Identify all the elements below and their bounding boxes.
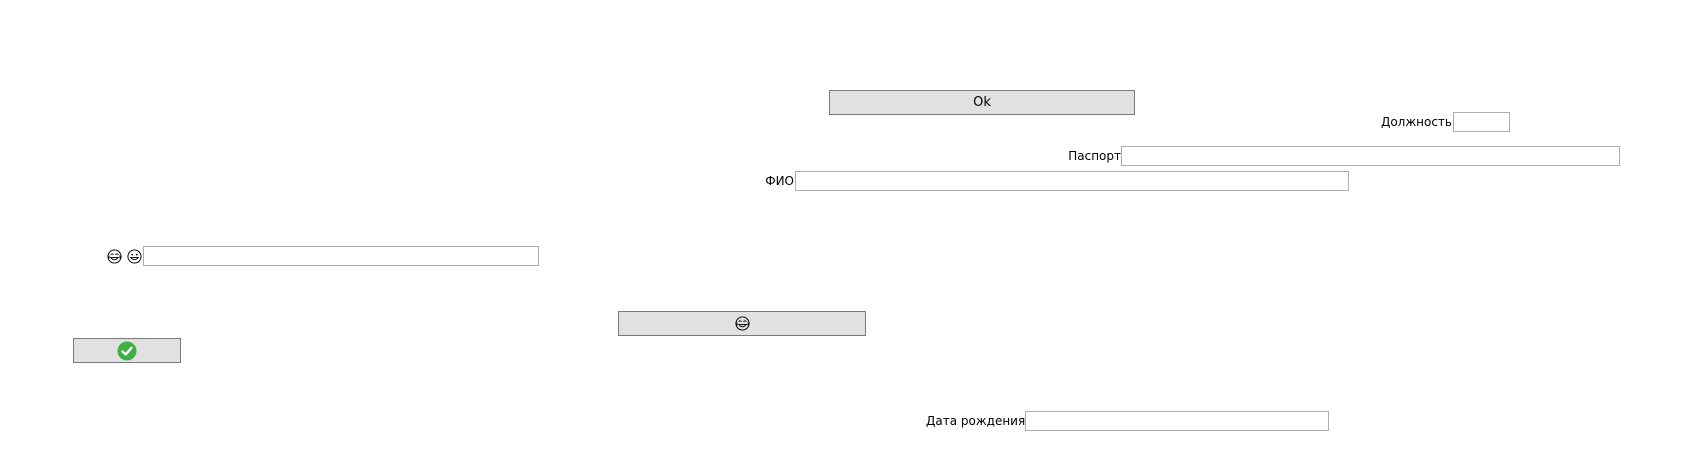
position-field[interactable]: [1453, 112, 1510, 132]
passport-field[interactable]: [1121, 146, 1620, 166]
face-with-tears-of-joy-icon: [106, 248, 122, 264]
fio-field[interactable]: [795, 171, 1349, 191]
face-with-tears-of-joy-icon: [734, 316, 750, 332]
ok-button[interactable]: Ok: [829, 90, 1135, 115]
green-checkmark-icon: [117, 341, 137, 361]
birthdate-field[interactable]: [1025, 411, 1329, 431]
confirm-check-button[interactable]: [73, 338, 181, 363]
emoji-text-field[interactable]: [143, 246, 539, 266]
grinning-face-icon: [126, 248, 142, 264]
passport-label: Паспорт: [1068, 149, 1121, 163]
birthdate-label: Дата рождения: [926, 414, 1026, 428]
fio-label: ФИО: [765, 174, 794, 188]
form-canvas: Ok Должность Паспорт ФИО Дата рождения: [0, 0, 1688, 474]
ok-button-label: Ok: [973, 95, 991, 110]
laugh-emoji-button[interactable]: [618, 311, 866, 336]
position-label: Должность: [1380, 115, 1452, 129]
